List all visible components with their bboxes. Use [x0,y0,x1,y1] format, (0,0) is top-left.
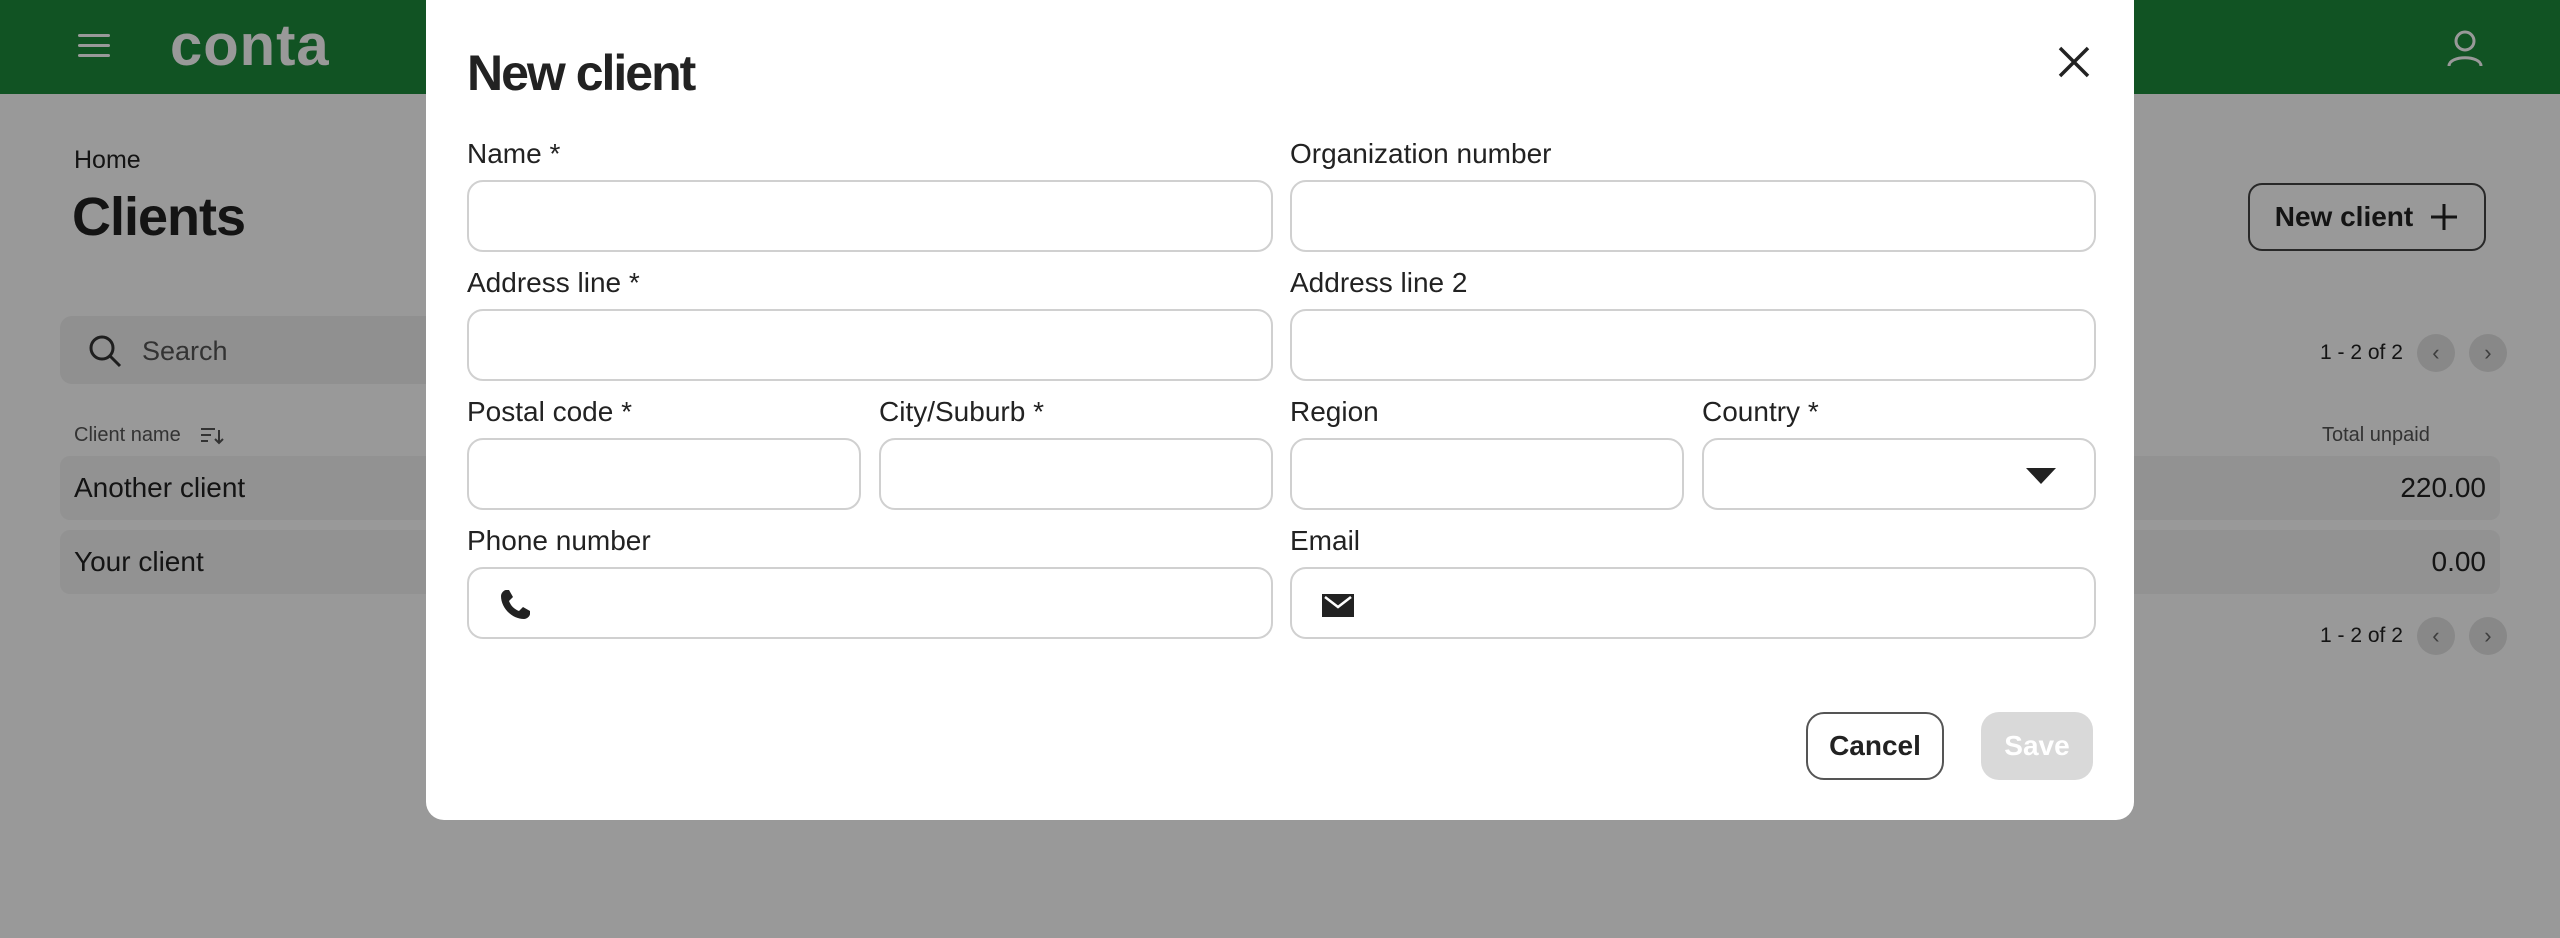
postal-code-label: Postal code * [467,396,632,427]
region-label: Region [1290,396,1379,427]
phone-label: Phone number [467,525,651,556]
email-label: Email [1290,525,1361,556]
address-line-label: Address line * [467,267,640,298]
address-line-2-input[interactable] [1292,311,2094,379]
address-line-2-field: Address line 2 [1290,265,2096,381]
name-field: Name * [467,136,1273,252]
country-label: Country * [1702,396,1819,427]
org-number-label: Organization number [1290,138,1552,169]
region-field: Region [1290,394,1684,510]
name-input[interactable] [469,182,1271,250]
close-icon[interactable] [2054,42,2094,82]
email-field: Email [1290,523,2096,639]
city-label: City/Suburb * [879,396,1044,427]
postal-code-input[interactable] [469,440,859,508]
region-input[interactable] [1292,440,1682,508]
chevron-down-icon [2026,468,2056,484]
country-select[interactable] [1702,438,2096,510]
address-line-field: Address line * [467,265,1273,381]
cancel-button[interactable]: Cancel [1806,712,1944,780]
address-line-input[interactable] [469,311,1271,379]
address-line-2-label: Address line 2 [1290,267,1468,298]
email-input[interactable] [1292,569,2094,637]
country-field: Country * [1702,394,2096,510]
dialog-title: New client [467,45,696,101]
org-number-input[interactable] [1292,182,2094,250]
phone-input[interactable] [469,569,1271,637]
mail-icon [1322,594,1354,617]
city-input[interactable] [881,440,1271,508]
postal-code-field: Postal code * [467,394,861,510]
phone-field: Phone number [467,523,1273,639]
new-client-dialog: New client Name * Organization number Ad… [426,0,2134,820]
phone-icon [501,590,530,619]
org-number-field: Organization number [1290,136,2096,252]
name-label: Name * [467,138,561,169]
save-button[interactable]: Save [1981,712,2093,780]
city-field: City/Suburb * [879,394,1273,510]
